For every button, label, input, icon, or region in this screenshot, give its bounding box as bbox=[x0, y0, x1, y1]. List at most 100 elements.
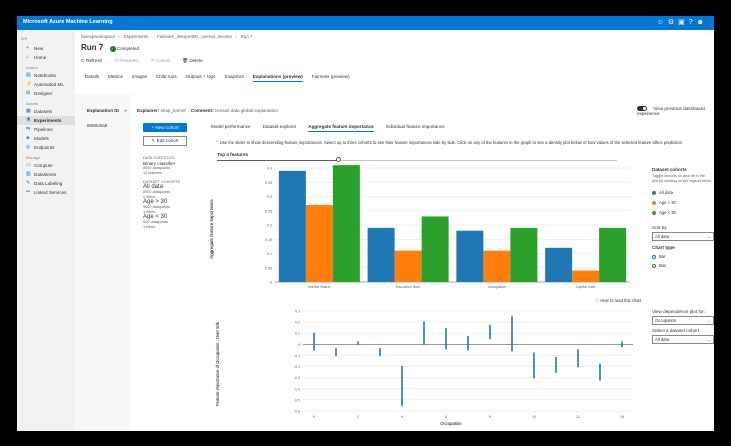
tab-child-runs[interactable]: Child runs bbox=[156, 74, 177, 82]
explainer-info: Explainer: shap_kernel Comment: census d… bbox=[137, 108, 278, 113]
endpoint-icon: ◎ bbox=[26, 144, 31, 150]
tab-snapshot[interactable]: Snapshot bbox=[224, 74, 243, 82]
dependence-controls: View dependence plot for: Occupation ⌄ Se… bbox=[652, 309, 714, 344]
new-cohort-button[interactable]: + New cohort bbox=[143, 123, 187, 132]
cancel-button[interactable]: ✕ Cancel bbox=[151, 58, 170, 64]
top-bar: Microsoft Azure Machine Learning ☺⚙▣?☻ bbox=[17, 16, 714, 30]
data-statistics: DATA STATISTICS Binary classifier 8000 d… bbox=[143, 156, 180, 229]
breadcrumb-item[interactable]: Fairlearn_interpretML_census_income bbox=[157, 34, 232, 39]
run-tabs: Details Metrics Images Child runs Output… bbox=[85, 74, 350, 82]
legend-item-age-over-30[interactable]: Age > 30 bbox=[652, 200, 712, 205]
delete-button[interactable]: 🗑 Delete bbox=[182, 58, 202, 64]
sort-by-dropdown[interactable]: All data ⌄ bbox=[652, 232, 714, 241]
bar-mark bbox=[510, 227, 538, 282]
sidebar-item-datastores[interactable]: ▥ Datastores bbox=[26, 172, 56, 178]
scatter-xtick-label: 14 bbox=[620, 415, 624, 419]
dependence-feature-dropdown[interactable]: Occupation ⌄ bbox=[652, 316, 714, 325]
bar-ytick-label: 0 bbox=[270, 281, 272, 285]
resubmit-button[interactable]: ⟲ Resubmit bbox=[114, 58, 139, 64]
sidebar-item-notebooks[interactable]: ▤ Notebooks bbox=[26, 73, 56, 79]
sidebar-item-experiments[interactable]: ⚗ Experiments bbox=[17, 116, 75, 125]
bar-mark bbox=[278, 170, 306, 282]
tab-fairness[interactable]: Fairness (preview) bbox=[312, 74, 350, 82]
how-to-read-link[interactable]: ⓘ How to read this chart bbox=[595, 298, 641, 304]
delete-icon: 🗑 bbox=[182, 58, 189, 63]
tab-metrics[interactable]: Metrics bbox=[108, 74, 123, 82]
gear-icon[interactable]: ⚙ bbox=[668, 19, 678, 26]
previous-dashboard-toggle[interactable]: View previous dashboard experience bbox=[637, 106, 714, 116]
sidebar-item-pipelines[interactable]: ⇆ Pipelines bbox=[26, 126, 53, 133]
scatter-ylabel: Feature importance of Occupation : Over … bbox=[215, 321, 220, 406]
breadcrumb-item[interactable]: Experiments bbox=[124, 34, 148, 39]
scatter-ytick-label: 0.2 bbox=[295, 321, 300, 325]
dependence-plot: Feature importance of Occupation : Over … bbox=[215, 310, 633, 426]
sidebar-item-home[interactable]: ⌂ Home bbox=[26, 55, 46, 61]
bar-ytick-label: 0.05 bbox=[265, 266, 272, 270]
main-content: fairexpworkspace › Experiments › Fairlearn… bbox=[75, 30, 714, 431]
bar-xtick-label: Occupation bbox=[488, 285, 506, 289]
bar-chart-marks bbox=[278, 165, 627, 282]
edit-cohort-button[interactable]: ✎ Edit cohort bbox=[143, 136, 187, 146]
notification-icon[interactable]: ▣ bbox=[678, 19, 689, 26]
chevron-up-icon[interactable]: ⌃ bbox=[215, 140, 219, 145]
sidebar-section-assets: Assets bbox=[26, 101, 39, 106]
help-icon[interactable]: ? bbox=[689, 19, 697, 26]
legend-item-age-under-30[interactable]: Age < 30 bbox=[652, 210, 712, 215]
tab-explanations[interactable]: Explanations (preview) bbox=[252, 74, 303, 82]
bar-mark bbox=[332, 165, 360, 282]
sidebar-item-compute[interactable]: ▭ Compute bbox=[26, 162, 53, 169]
sidebar: Wfl + New ⌂ Home Author ▤ Notebooks ⚡ Automa… bbox=[17, 30, 75, 431]
pipeline-icon: ⇆ bbox=[26, 126, 31, 132]
sidebar-item-new[interactable]: + New bbox=[26, 46, 43, 52]
legend-item-all-data[interactable]: All data bbox=[652, 190, 712, 195]
scatter-xtick-label: 2 bbox=[357, 415, 359, 419]
bar-ytick-label: 0.2 bbox=[267, 224, 272, 228]
sidebar-item-designer[interactable]: ⊞ Designer bbox=[26, 91, 52, 97]
feature-importance-chart: Aggregate feature importance 0.4 0.35 0.3 0… bbox=[209, 165, 630, 289]
scatter-marks bbox=[313, 315, 623, 407]
scatter-ytick-label: -0.6 bbox=[294, 410, 300, 414]
tab-details[interactable]: Details bbox=[85, 74, 99, 82]
bar-xtick-label: Capital Gain bbox=[576, 285, 596, 289]
tab-outputs-logs[interactable]: Outputs + logs bbox=[186, 74, 216, 82]
sidebar-item-automated-ml[interactable]: ⚡ Automated ML bbox=[26, 81, 64, 88]
bar-mark bbox=[572, 270, 600, 282]
compute-icon: ▭ bbox=[26, 162, 31, 168]
explanation-list: Explanation ID » 8050c6a5 bbox=[75, 94, 131, 431]
bar-mark bbox=[599, 227, 627, 282]
dependence-cohort-dropdown[interactable]: All data ⌄ bbox=[652, 335, 714, 344]
tab-dataset-explorer[interactable]: Dataset explorer bbox=[263, 124, 297, 132]
chevron-down-icon: ⌄ bbox=[707, 318, 711, 323]
cancel-icon: ✕ bbox=[150, 58, 155, 63]
smiley-icon[interactable]: ☺ bbox=[657, 19, 668, 26]
header-icons: ☺⚙▣?☻ bbox=[657, 18, 708, 26]
run-header: Run 7 ✓ Completed bbox=[81, 43, 139, 52]
sidebar-item-data-labeling[interactable]: ✎ Data Labeling bbox=[26, 181, 62, 187]
bar-xtick-label: Education Num bbox=[396, 285, 421, 289]
sidebar-item-models[interactable]: ◈ Models bbox=[26, 136, 49, 142]
topk-label: Top 4 features bbox=[217, 152, 249, 157]
sidebar-item-endpoints[interactable]: ◎ Endpoints bbox=[26, 144, 54, 151]
bar-mark bbox=[305, 205, 333, 282]
breadcrumb-item[interactable]: fairexpworkspace bbox=[81, 34, 115, 39]
sidebar-item-datasets[interactable]: ▦ Datasets bbox=[26, 109, 52, 115]
explanation-id-item[interactable]: 8050c6a5 bbox=[87, 123, 131, 128]
bar-ytick-label: 0.1 bbox=[267, 252, 272, 256]
tab-model-performance[interactable]: Model performance bbox=[211, 124, 251, 132]
plus-icon: + bbox=[151, 125, 155, 130]
user-icon[interactable]: ☻ bbox=[697, 19, 708, 26]
topk-slider-thumb[interactable] bbox=[336, 157, 341, 162]
collapse-icon[interactable]: » bbox=[124, 108, 127, 113]
scatter-xtick-label: 6 bbox=[445, 415, 447, 419]
sidebar-item-linked-services[interactable]: ⚯ Linked Services bbox=[26, 190, 66, 196]
chart-type-box-radio[interactable]: Box bbox=[652, 263, 712, 268]
tab-individual-feature-importance[interactable]: Individual feature importance bbox=[386, 124, 445, 132]
chart-type-bar-radio[interactable]: Bar bbox=[652, 254, 712, 259]
tab-images[interactable]: Images bbox=[132, 74, 147, 82]
automl-icon: ⚡ bbox=[26, 81, 33, 87]
toggle-switch[interactable] bbox=[637, 106, 647, 112]
bar-xtick-label: Marital Status bbox=[308, 285, 330, 289]
tab-aggregate-feature-importance[interactable]: Aggregate feature importance bbox=[308, 124, 374, 132]
refresh-button[interactable]: ↻ Refresh bbox=[81, 58, 102, 64]
bar-ytick-label: 0.4 bbox=[267, 167, 272, 171]
